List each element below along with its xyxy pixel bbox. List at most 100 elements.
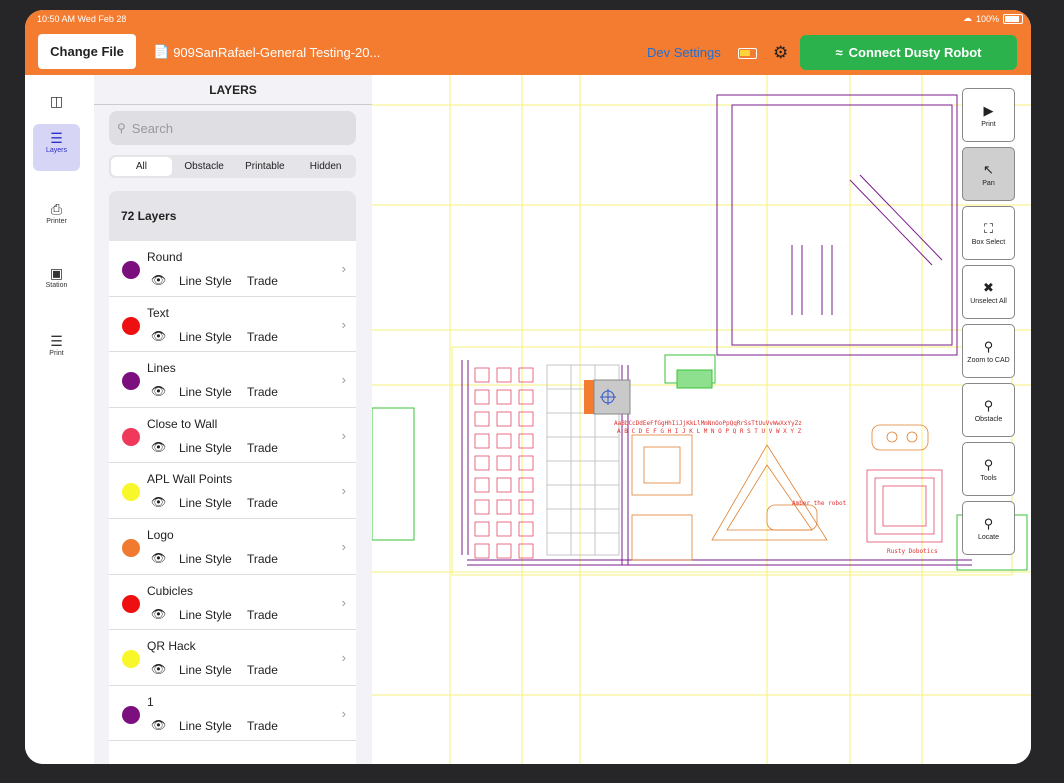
rail-label: Layers	[45, 147, 67, 154]
eye-icon[interactable]: 👁	[151, 329, 166, 343]
eye-icon[interactable]: 👁	[151, 607, 166, 621]
line-style-label[interactable]: Line Style	[179, 608, 232, 622]
layer-color-dot	[122, 261, 140, 279]
rail-item-print[interactable]: ☰ Print	[33, 327, 80, 367]
tool-zoom-to-cad-button[interactable]: ⚲ Zoom to CAD	[962, 324, 1015, 378]
eye-icon[interactable]: 👁	[151, 662, 166, 676]
battery-icon	[1003, 13, 1023, 24]
line-style-label[interactable]: Line Style	[179, 552, 232, 566]
tool-locate-button[interactable]: ⚲ Locate	[962, 501, 1015, 555]
line-style-label[interactable]: Line Style	[179, 385, 232, 399]
zoom-icon: ⚲	[983, 338, 994, 354]
layer-row[interactable]: 1 👁 Line Style Trade ›	[109, 686, 356, 742]
rail-item-printer[interactable]: ⎙ Printer	[33, 195, 80, 235]
robot-marker	[584, 379, 631, 415]
layer-row[interactable]: Round 👁 Line Style Trade ›	[109, 241, 356, 297]
divider	[94, 104, 372, 105]
tool-label: Box Select	[971, 238, 1006, 246]
layer-list: Round 👁 Line Style Trade › Text 👁 Line Style Tra…	[109, 241, 356, 764]
top-bar: Change File 📄 909SanRafael-General Testi…	[25, 28, 1031, 75]
search-input[interactable]: ⚲ Search	[109, 111, 356, 145]
tool-label: Obstacle	[974, 415, 1003, 423]
layer-row[interactable]: Text 👁 Line Style Trade ›	[109, 297, 356, 353]
cad-text-amber: Amber the robot	[792, 500, 847, 507]
layers-panel: LAYERS ⚲ Search All Obstacle Printable H…	[94, 75, 372, 764]
layer-name: Cubicles	[147, 583, 194, 598]
printer-icon: ⎙	[50, 201, 63, 217]
line-style-label[interactable]: Line Style	[179, 496, 232, 510]
trade-label[interactable]: Trade	[247, 496, 278, 510]
trade-label[interactable]: Trade	[247, 608, 278, 622]
layer-name: QR Hack	[147, 639, 196, 654]
layer-row[interactable]: Close to Wall 👁 Line Style Trade ›	[109, 408, 356, 464]
eye-icon[interactable]: 👁	[151, 495, 166, 509]
chevron-right-icon: ›	[341, 705, 346, 721]
box-select-icon: ⛶	[983, 220, 994, 236]
layer-row[interactable]: Cubicles 👁 Line Style Trade ›	[109, 575, 356, 631]
file-name-label: 909SanRafael-General Testing-20...	[173, 44, 381, 60]
layer-row[interactable]: Logo 👁 Line Style Trade ›	[109, 519, 356, 575]
layer-count: 72 Layers	[109, 191, 356, 241]
change-file-button[interactable]: Change File	[38, 34, 136, 69]
tool-label: Print	[981, 120, 996, 128]
tool-label: Locate	[977, 533, 1000, 541]
eye-icon[interactable]: 👁	[151, 273, 166, 287]
dev-settings-link[interactable]: Dev Settings	[647, 45, 721, 60]
cad-text-rusty: Rusty Dobotics	[887, 548, 938, 555]
filter-printable[interactable]: Printable	[235, 155, 296, 178]
tool-print-button[interactable]: ▶ Print	[962, 88, 1015, 142]
filter-obstacle[interactable]: Obstacle	[174, 155, 235, 178]
line-style-label[interactable]: Line Style	[179, 663, 232, 677]
cad-text-lowercase: AaBbCcDdEeFfGgHhIiJjKkLlMmNnOoPpQqRrSsTt…	[614, 420, 802, 427]
trade-label[interactable]: Trade	[247, 441, 278, 455]
print-list-icon: ☰	[50, 333, 63, 349]
orange-shapes	[631, 424, 929, 561]
eye-icon[interactable]: 👁	[151, 551, 166, 565]
trade-label[interactable]: Trade	[247, 385, 278, 399]
tool-pan-button[interactable]: ↖ Pan	[962, 147, 1015, 201]
line-style-label[interactable]: Line Style	[179, 719, 232, 733]
layer-name: Lines	[147, 361, 176, 376]
layer-color-dot	[122, 594, 140, 613]
layer-name: Round	[147, 250, 183, 264]
rail-label: Printer	[46, 218, 67, 225]
filter-all[interactable]: All	[111, 157, 172, 176]
panel-title: LAYERS	[209, 83, 257, 97]
connect-robot-button[interactable]: ≈ Connect Dusty Robot	[800, 35, 1017, 70]
layer-row[interactable]: APL Wall Points 👁 Line Style Trade ›	[109, 463, 356, 519]
eye-icon[interactable]: 👁	[151, 718, 166, 732]
trade-label[interactable]: Trade	[247, 663, 278, 677]
trade-label[interactable]: Trade	[247, 274, 278, 288]
tool-obstacle-button[interactable]: ⚲ Obstacle	[962, 383, 1015, 437]
layer-color-dot	[122, 650, 140, 669]
layer-row[interactable]: Lines 👁 Line Style Trade ›	[109, 352, 356, 408]
gear-icon[interactable]: ⚙	[773, 43, 788, 63]
trade-label[interactable]: Trade	[247, 719, 278, 733]
trade-label[interactable]: Trade	[247, 552, 278, 566]
chevron-right-icon: ›	[341, 261, 346, 276]
eye-icon[interactable]: 👁	[151, 440, 166, 454]
tool-box-select-button[interactable]: ⛶ Box Select	[962, 206, 1015, 260]
rail-item-layers[interactable]: ☰ Layers	[33, 124, 80, 171]
ipad-screen: 10:50 AM Wed Feb 28 ☁ 100% Change File 📄…	[25, 10, 1031, 764]
trade-label[interactable]: Trade	[247, 330, 278, 344]
layer-color-dot	[122, 483, 140, 502]
line-style-label[interactable]: Line Style	[179, 274, 232, 288]
filter-hidden[interactable]: Hidden	[295, 155, 356, 178]
chevron-right-icon: ›	[341, 483, 346, 499]
cursor-icon: ↖	[983, 161, 994, 177]
rail-item-station[interactable]: ▣ Station	[33, 259, 80, 299]
cad-canvas[interactable]: AaBbCcDdEeFfGgHhIiJjKkLlMmNnOoPpQqRrSsTt…	[371, 75, 1031, 764]
tool-tools-button[interactable]: ⚲ Tools	[962, 442, 1015, 496]
line-style-label[interactable]: Line Style	[179, 441, 232, 455]
layer-row[interactable]: QR Hack 👁 Line Style Trade ›	[109, 630, 356, 686]
tool-unselect-all-button[interactable]: ✖ Unselect All	[962, 265, 1015, 319]
green-shapes	[371, 354, 1028, 571]
cad-text: AaBbCcDdEeFfGgHhIiJjKkLlMmNnOoPpQqRrSsTt…	[614, 420, 938, 555]
file-name[interactable]: 📄 909SanRafael-General Testing-20...	[153, 44, 380, 60]
eye-icon[interactable]: 👁	[151, 384, 166, 398]
connect-label: Connect Dusty Robot	[848, 45, 982, 60]
layer-name: Logo	[147, 527, 174, 542]
line-style-label[interactable]: Line Style	[179, 330, 232, 344]
sidebar-toggle-button[interactable]: ◫	[33, 87, 80, 111]
